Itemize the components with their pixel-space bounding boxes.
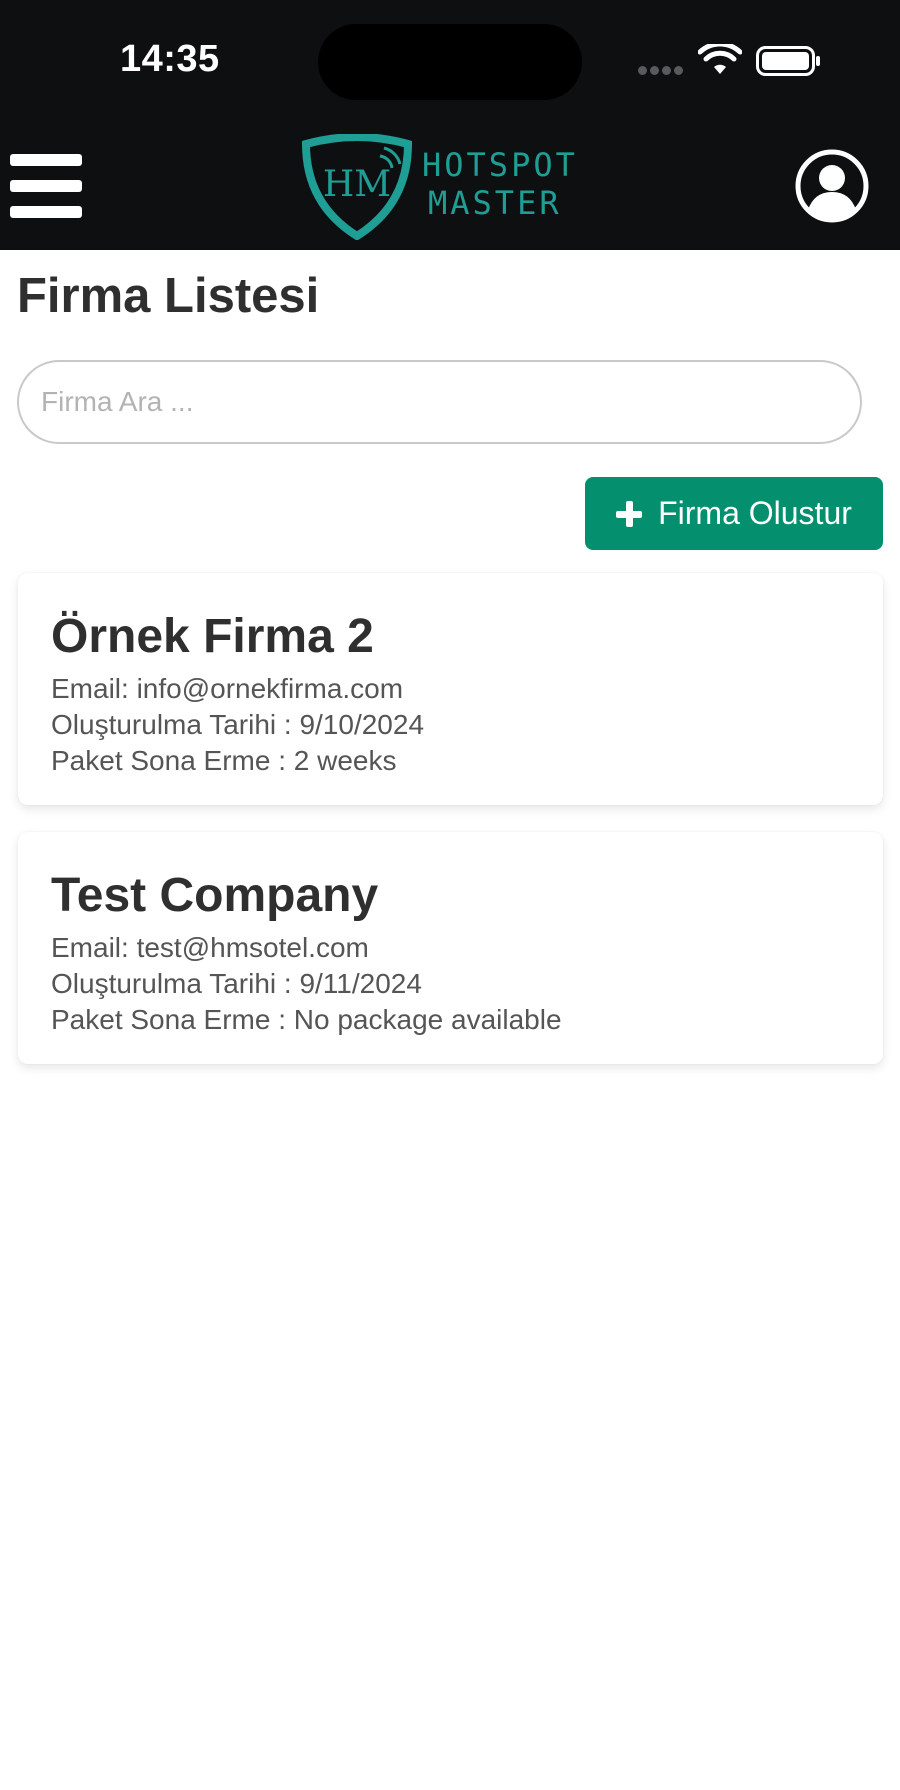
company-name: Örnek Firma 2 xyxy=(51,610,374,663)
hamburger-menu-icon[interactable] xyxy=(10,154,84,218)
search-input[interactable] xyxy=(17,360,862,444)
create-company-label: Firma Olustur xyxy=(658,495,852,531)
company-created-date: Oluşturulma Tarihi : 9/10/2024 xyxy=(51,709,425,740)
company-package-expiry: Paket Sona Erme : 2 weeks xyxy=(51,745,397,776)
dynamic-island xyxy=(318,24,582,100)
company-name: Test Company xyxy=(51,869,379,922)
app-header: HM HOTSPOT MASTER xyxy=(0,120,900,250)
company-card[interactable]: Test Company Email: test@hmsotel.com Olu… xyxy=(18,832,883,1064)
logo-wordmark: HOTSPOT MASTER xyxy=(422,146,578,222)
battery-icon xyxy=(756,46,820,76)
hotspot-master-logo: HM HOTSPOT MASTER xyxy=(300,132,580,240)
logo-text-line-1: HOTSPOT xyxy=(422,146,578,184)
status-bar: 14:35 xyxy=(0,0,900,120)
company-package-expiry: Paket Sona Erme : No package available xyxy=(51,1004,562,1035)
company-email: Email: test@hmsotel.com xyxy=(51,932,369,963)
create-company-button[interactable]: Firma Olustur xyxy=(585,477,883,550)
shield-logo-icon: HM xyxy=(301,134,413,240)
company-list: Örnek Firma 2 Email: info@ornekfirma.com… xyxy=(18,573,883,1091)
cellular-signal-icon xyxy=(638,66,688,76)
page-title: Firma Listesi xyxy=(17,269,320,323)
logo-text-line-2: MASTER xyxy=(428,184,562,222)
company-created-date: Oluşturulma Tarihi : 9/11/2024 xyxy=(51,968,422,999)
logo-monogram: HM xyxy=(323,164,391,205)
user-circle-icon[interactable] xyxy=(794,148,870,224)
company-card[interactable]: Örnek Firma 2 Email: info@ornekfirma.com… xyxy=(18,573,883,805)
status-time: 14:35 xyxy=(120,38,220,80)
plus-icon xyxy=(616,500,643,527)
wifi-icon xyxy=(698,44,742,74)
company-email: Email: info@ornekfirma.com xyxy=(51,673,404,704)
